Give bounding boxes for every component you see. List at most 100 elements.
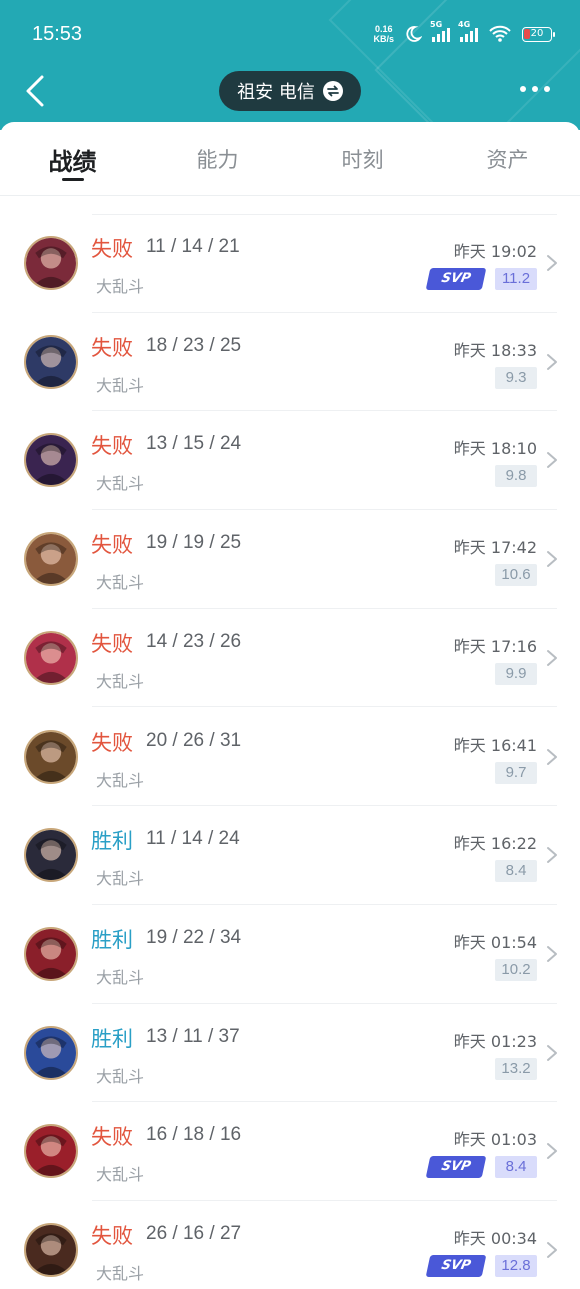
tab-moments[interactable]: 时刻 xyxy=(290,122,435,195)
match-time: 昨天 17:42 xyxy=(453,538,537,558)
match-mode: 大乱斗 xyxy=(96,671,145,691)
chevron-right-icon xyxy=(547,1044,557,1061)
match-mode: 大乱斗 xyxy=(96,1165,145,1185)
match-mode: 大乱斗 xyxy=(96,277,145,296)
champion-avatar xyxy=(24,1025,78,1080)
match-kda: 11 / 14 / 21 xyxy=(146,236,240,257)
match-kda: 11 / 14 / 24 xyxy=(146,828,240,850)
match-kda: 13 / 11 / 37 xyxy=(146,1025,240,1047)
champion-avatar xyxy=(24,729,78,784)
match-row[interactable]: 失败 13 / 15 / 24 大乱斗 昨天 18:10 9.8 xyxy=(0,411,580,511)
champion-avatar xyxy=(24,334,78,389)
battery-level: 20 xyxy=(530,27,544,39)
match-result: 失败 xyxy=(91,335,133,360)
match-time: 昨天 01:23 xyxy=(453,1031,537,1051)
champion-avatar xyxy=(24,1223,78,1277)
match-result: 失败 xyxy=(91,1125,133,1150)
match-score: 9.9 xyxy=(495,662,537,685)
chevron-right-icon xyxy=(547,551,557,568)
match-mode: 大乱斗 xyxy=(96,869,145,889)
match-score: 10.6 xyxy=(495,564,537,587)
match-row[interactable]: 失败 20 / 26 / 31 大乱斗 昨天 16:41 9.7 xyxy=(0,708,580,807)
match-kda: 13 / 15 / 24 xyxy=(146,433,242,455)
match-mode: 大乱斗 xyxy=(96,770,145,790)
champion-avatar xyxy=(24,433,78,488)
match-row[interactable]: 胜利 11 / 14 / 24 大乱斗 昨天 16:22 8.4 xyxy=(0,806,580,905)
match-row[interactable]: 失败 14 / 23 / 26 大乱斗 昨天 17:16 9.9 xyxy=(0,609,580,708)
more-dot-icon xyxy=(544,86,550,92)
match-row[interactable]: 失败 26 / 16 / 27 大乱斗 昨天 00:34 SVP 12.8 xyxy=(0,1201,580,1289)
match-row[interactable]: 失败 11 / 14 / 21 大乱斗 昨天 19:02 SVP 11.2 xyxy=(0,214,580,313)
champion-avatar xyxy=(24,1124,78,1179)
match-row[interactable]: 失败 16 / 18 / 16 大乱斗 昨天 01:03 SVP 8.4 xyxy=(0,1102,580,1201)
tab-active-indicator xyxy=(61,178,84,181)
match-time: 昨天 16:41 xyxy=(453,735,537,755)
more-dot-icon xyxy=(520,86,526,92)
match-time: 昨天 18:10 xyxy=(453,439,537,459)
back-button[interactable] xyxy=(22,74,52,108)
match-result: 失败 xyxy=(91,434,133,459)
swap-icon xyxy=(322,81,343,101)
server-switcher[interactable]: 祖安 电信 xyxy=(219,71,361,111)
tab-ability-label: 能力 xyxy=(196,148,239,172)
chevron-right-icon xyxy=(547,1242,557,1258)
match-result: 胜利 xyxy=(91,1026,133,1051)
match-score: 9.7 xyxy=(495,761,537,784)
chevron-right-icon xyxy=(547,748,557,765)
match-mode: 大乱斗 xyxy=(96,1066,145,1086)
champion-avatar xyxy=(24,926,78,981)
match-mode: 大乱斗 xyxy=(96,1264,145,1283)
tab-record-label: 战绩 xyxy=(48,148,97,176)
match-kda: 14 / 23 / 26 xyxy=(146,630,242,652)
signal-4g-icon: 4G xyxy=(458,20,478,42)
tab-assets-label: 资产 xyxy=(486,148,529,172)
app-header: 15:53 0.16 KB/s 5G 4G 20 祖安 电信 xyxy=(0,0,580,130)
tab-moments-label: 时刻 xyxy=(341,148,384,172)
status-time: 15:53 xyxy=(32,23,83,45)
chevron-right-icon xyxy=(547,255,557,271)
signal-5g-icon: 5G xyxy=(430,20,450,42)
svp-badge: SVP xyxy=(425,268,487,290)
match-result: 失败 xyxy=(91,533,133,558)
server-name: 祖安 电信 xyxy=(237,82,315,103)
svp-badge: SVP xyxy=(425,1255,487,1277)
status-bar: 15:53 0.16 KB/s 5G 4G 20 xyxy=(0,0,580,70)
match-mode: 大乱斗 xyxy=(96,375,145,395)
match-time: 昨天 17:16 xyxy=(453,636,537,656)
signal-5g-label: 5G xyxy=(430,20,443,29)
match-time: 昨天 18:33 xyxy=(453,340,537,360)
status-icons: 0.16 KB/s 5G 4G 20 xyxy=(373,20,555,44)
match-time: 昨天 01:54 xyxy=(453,932,537,952)
match-row[interactable]: 失败 18 / 23 / 25 大乱斗 昨天 18:33 9.3 xyxy=(0,313,580,412)
more-button[interactable] xyxy=(520,86,550,92)
match-result: 胜利 xyxy=(91,829,133,854)
chevron-right-icon xyxy=(547,649,557,666)
match-kda: 18 / 23 / 25 xyxy=(146,334,242,356)
tab-record[interactable]: 战绩 xyxy=(0,122,145,195)
match-kda: 19 / 22 / 34 xyxy=(146,926,242,948)
match-kda: 26 / 16 / 27 xyxy=(146,1223,242,1244)
match-kda: 20 / 26 / 31 xyxy=(146,729,242,751)
match-row[interactable]: 胜利 19 / 22 / 34 大乱斗 昨天 01:54 10.2 xyxy=(0,905,580,1004)
match-kda: 16 / 18 / 16 xyxy=(146,1124,242,1146)
chevron-right-icon xyxy=(547,1143,557,1160)
match-result: 失败 xyxy=(91,631,133,656)
tab-ability[interactable]: 能力 xyxy=(145,122,290,195)
content-panel: 战绩 能力 时刻 资产 失败 11 / 14 / 21 大乱斗 昨天 19:02… xyxy=(0,122,580,1289)
svp-badge: SVP xyxy=(425,1156,487,1179)
match-row[interactable]: 失败 19 / 19 / 25 大乱斗 昨天 17:42 10.6 xyxy=(0,510,580,609)
match-time: 昨天 01:03 xyxy=(453,1130,537,1150)
network-speed-unit: KB/s xyxy=(373,34,394,44)
match-row[interactable]: 胜利 13 / 11 / 37 大乱斗 昨天 01:23 13.2 xyxy=(0,1004,580,1103)
wifi-icon xyxy=(489,25,511,42)
match-score: 8.4 xyxy=(495,1156,537,1179)
match-result: 失败 xyxy=(91,730,133,755)
network-speed: 0.16 KB/s xyxy=(373,24,394,44)
moon-icon xyxy=(406,26,422,42)
chevron-right-icon xyxy=(547,847,557,864)
tab-bar: 战绩 能力 时刻 资产 xyxy=(0,122,580,196)
match-mode: 大乱斗 xyxy=(96,573,145,593)
tab-assets[interactable]: 资产 xyxy=(435,122,580,195)
match-kda: 19 / 19 / 25 xyxy=(146,532,242,554)
chevron-right-icon xyxy=(547,353,557,370)
